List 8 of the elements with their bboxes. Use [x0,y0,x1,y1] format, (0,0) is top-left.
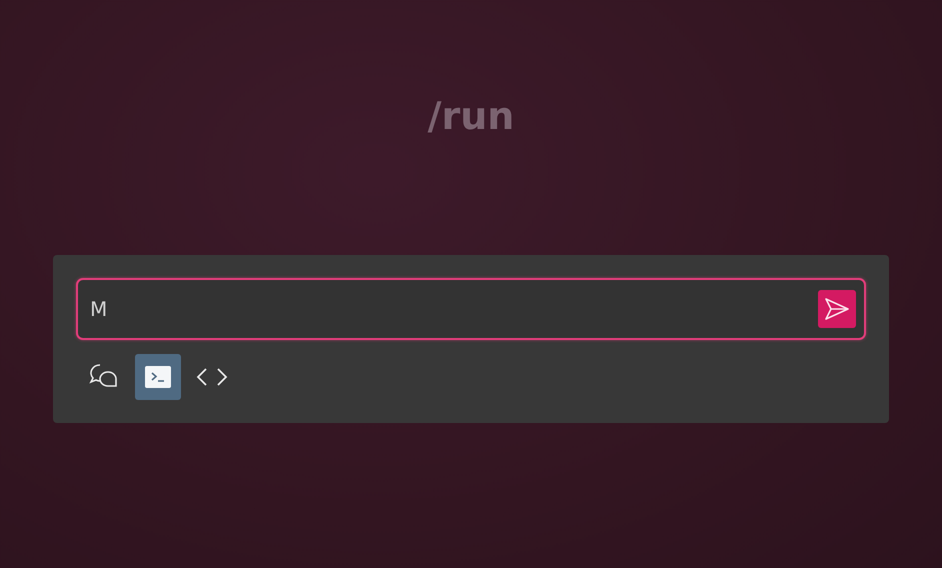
prompt-field[interactable]: M [76,278,866,340]
prompt-input[interactable]: M [88,296,818,322]
terminal-icon [145,366,171,388]
send-icon [824,297,850,321]
send-button[interactable] [818,290,856,328]
terminal-mode-button[interactable] [135,354,181,400]
code-icon [196,366,228,388]
page-heading: /run [428,93,514,140]
